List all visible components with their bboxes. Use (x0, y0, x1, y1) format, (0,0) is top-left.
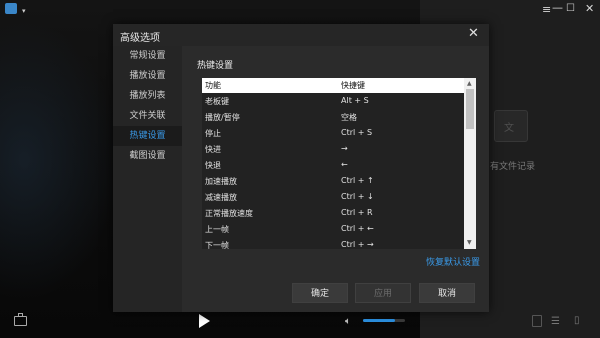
column-header-shortcut[interactable]: 快捷键 (341, 80, 365, 91)
scroll-down-icon[interactable]: ▼ (467, 239, 472, 246)
hotkey-table: 功能 快捷键 老板键 Alt + S 播放/暂停 空格 停止 Ctrl + S 快进 →… (202, 78, 476, 249)
volume-icon[interactable]: 🔈︎ (345, 316, 351, 327)
function-cell: 停止 (205, 129, 221, 138)
shortcut-cell: Ctrl + ↑ (341, 176, 374, 185)
function-cell: 快退 (205, 161, 221, 170)
cancel-button[interactable]: 取消 (419, 283, 475, 303)
shortcut-cell: 空格 (341, 113, 357, 122)
list-icon[interactable]: ☰ (551, 316, 560, 327)
nav-item-general[interactable]: 常规设置 (113, 46, 182, 66)
empty-box-icon: 文 (494, 110, 528, 142)
function-cell: 正常播放速度 (205, 209, 253, 218)
function-cell: 上一帧 (205, 225, 229, 234)
function-cell: 减速播放 (205, 193, 237, 202)
app-logo-icon[interactable] (5, 3, 17, 14)
function-cell: 下一帧 (205, 241, 229, 249)
shortcut-cell: Ctrl + R (341, 208, 373, 217)
app-menu-arrow-icon[interactable]: ▾ (22, 5, 26, 17)
volume-fill (363, 319, 395, 322)
shortcut-cell: Ctrl + ← (341, 224, 374, 233)
play-button[interactable] (199, 314, 210, 328)
shortcut-cell: ← (341, 160, 348, 169)
restore-defaults-link[interactable]: 恢复默认设置 (426, 255, 480, 268)
table-row[interactable]: 快退 ← (202, 157, 464, 173)
maximize-icon[interactable]: ☐ (566, 3, 575, 15)
shortcut-cell: Ctrl + ↓ (341, 192, 374, 201)
table-row[interactable]: 老板键 Alt + S (202, 93, 464, 109)
nav-item-playback[interactable]: 播放设置 (113, 66, 182, 86)
dialog-header: 高级选项 ✕ (113, 24, 489, 46)
apply-button[interactable]: 应用 (355, 283, 411, 303)
table-row[interactable]: 停止 Ctrl + S (202, 125, 464, 141)
table-row[interactable]: 播放/暂停 空格 (202, 109, 464, 125)
table-row[interactable]: 加速播放 Ctrl + ↑ (202, 173, 464, 189)
volume-slider[interactable] (363, 319, 405, 322)
table-row[interactable]: 下一帧 Ctrl + → (202, 237, 464, 249)
column-header-function[interactable]: 功能 (205, 80, 221, 91)
dialog-title: 高级选项 (120, 33, 160, 44)
nav-item-hotkeys[interactable]: 热键设置 (113, 126, 182, 146)
file-icon[interactable] (532, 315, 542, 327)
nav-item-screenshot[interactable]: 截图设置 (113, 146, 182, 166)
window-menu-icon[interactable]: ≡ (542, 4, 551, 16)
table-row[interactable]: 减速播放 Ctrl + ↓ (202, 189, 464, 205)
table-row[interactable]: 快进 → (202, 141, 464, 157)
scroll-up-icon[interactable]: ▲ (467, 80, 472, 87)
nav-item-file-assoc[interactable]: 文件关联 (113, 106, 182, 126)
advanced-options-dialog: 高级选项 ✕ 常规设置 播放设置 播放列表 文件关联 热键设置 截图设置 热键设… (113, 24, 489, 312)
settings-sidebar: 常规设置 播放设置 播放列表 文件关联 热键设置 截图设置 (113, 46, 182, 312)
nav-item-playlist[interactable]: 播放列表 (113, 86, 182, 106)
function-cell: 播放/暂停 (205, 113, 240, 122)
minimize-icon[interactable]: — (552, 2, 563, 14)
table-row[interactable]: 正常播放速度 Ctrl + R (202, 205, 464, 221)
function-cell: 快进 (205, 145, 221, 154)
table-row[interactable]: 上一帧 Ctrl + ← (202, 221, 464, 237)
window-close-icon[interactable]: ✕ (585, 3, 594, 15)
video-area-glow (0, 20, 120, 300)
shortcut-cell: Alt + S (341, 96, 369, 105)
dialog-close-icon[interactable]: ✕ (468, 27, 479, 41)
playlist-empty-text: 有文件记录 (490, 162, 536, 172)
table-header: 功能 快捷键 (202, 78, 464, 93)
function-cell: 老板键 (205, 97, 229, 106)
shortcut-cell: Ctrl + S (341, 128, 373, 137)
ok-button[interactable]: 确定 (292, 283, 348, 303)
scroll-thumb[interactable] (466, 89, 474, 129)
table-scrollbar[interactable]: ▲ ▼ (464, 78, 476, 249)
trash-icon[interactable]: ▯ (574, 315, 580, 326)
toolbox-icon[interactable] (14, 313, 27, 326)
section-title: 热键设置 (197, 61, 234, 71)
shortcut-cell: Ctrl + → (341, 240, 374, 249)
shortcut-cell: → (341, 144, 348, 153)
function-cell: 加速播放 (205, 177, 237, 186)
